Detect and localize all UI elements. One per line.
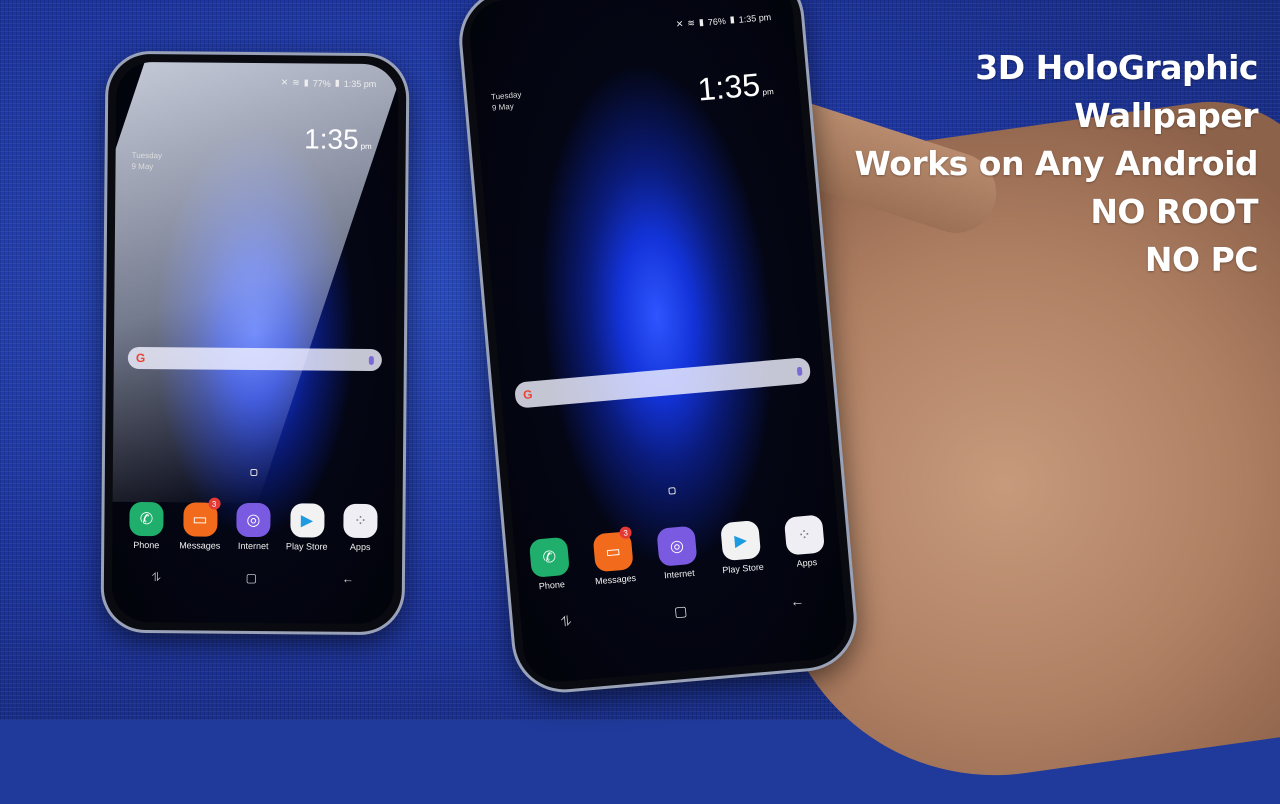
status-bar: ✕ ≋ ▮ 77% ▮ 1:35 pm <box>281 77 377 89</box>
status-bar: ✕ ≋ ▮ 76% ▮ 1:35 pm <box>675 11 771 30</box>
google-g-icon: G <box>135 350 146 366</box>
clock-ampm: pm <box>360 141 372 152</box>
home-screen: ✕ ≋ ▮ 76% ▮ 1:35 pm Tuesday 9 May 1:35pm… <box>466 0 850 685</box>
phone-left: ✕ ≋ ▮ 77% ▮ 1:35 pm Tuesday 9 May 1:35 pm… <box>103 53 407 633</box>
navigation-bar: ⥮ ▢ ← <box>560 592 805 630</box>
app-messages[interactable]: ▭ 3 Messages <box>178 497 222 551</box>
battery-icon: ▮ <box>729 14 736 25</box>
app-label: Messages <box>179 540 221 551</box>
home-icon[interactable]: ▢ <box>673 603 688 621</box>
day-month: 9 May <box>491 101 515 113</box>
app-label: Phone <box>538 579 566 592</box>
signal-icon: ▮ <box>303 77 309 88</box>
app-messages[interactable]: ▭ 3 Messages <box>590 526 638 587</box>
day-month: 9 May <box>131 161 154 172</box>
phone-icon: ✆ <box>129 501 164 537</box>
app-apps[interactable]: ⁘ Apps <box>781 514 829 570</box>
home-page-indicator <box>668 487 676 495</box>
app-label: Play Store <box>721 561 765 576</box>
planet-icon: ◎ <box>656 525 698 567</box>
app-internet[interactable]: ◎ Internet <box>653 525 701 581</box>
app-apps[interactable]: ⁘ Apps <box>338 503 382 553</box>
wifi-icon: ≋ <box>292 77 300 88</box>
battery-percent: 77% <box>312 77 331 89</box>
app-phone[interactable]: ✆ Phone <box>526 536 574 592</box>
planet-icon: ◎ <box>236 502 271 538</box>
app-play-store[interactable]: ▶ Play Store <box>717 520 765 576</box>
play-store-icon: ▶ <box>289 503 325 538</box>
notification-badge: 3 <box>619 526 633 540</box>
google-search-bar[interactable]: G <box>514 356 812 409</box>
date-widget[interactable]: Tuesday 9 May <box>131 150 162 172</box>
wifi-icon: ≋ <box>686 17 696 29</box>
notification-badge: 3 <box>208 497 221 510</box>
apps-grid-icon: ⁘ <box>783 514 826 556</box>
app-label: Apps <box>796 557 818 569</box>
app-internet[interactable]: ◎ Internet <box>231 502 275 552</box>
clock-widget[interactable]: 1:35pm <box>304 123 372 156</box>
clock-widget[interactable]: 1:35pm <box>696 65 774 108</box>
caption-line: 3D HoloGraphic <box>975 48 1258 87</box>
clock-time: 1:35 <box>304 123 359 155</box>
app-dock: ✆ Phone ▭ 3 Messages ◎ Internet ▶ Play S… <box>526 514 829 592</box>
status-time: 1:35 pm <box>343 78 377 89</box>
battery-percent: 76% <box>707 15 727 27</box>
app-label: Play Store <box>285 541 328 552</box>
app-label: Internet <box>237 540 269 552</box>
google-g-icon: G <box>522 387 534 402</box>
app-phone[interactable]: ✆ Phone <box>124 501 168 551</box>
clock-ampm: pm <box>762 87 775 97</box>
date-widget[interactable]: Tuesday 9 May <box>491 89 523 114</box>
mute-icon: ✕ <box>675 18 684 30</box>
weekday: Tuesday <box>131 150 163 161</box>
status-time: 1:35 pm <box>738 11 772 25</box>
recents-icon[interactable]: ⥮ <box>560 613 572 631</box>
signal-icon: ▮ <box>698 16 705 28</box>
home-page-indicator <box>250 468 258 477</box>
video-title-caption: 3D HoloGraphic Wallpaper Works on Any An… <box>854 44 1259 284</box>
recents-icon[interactable]: ⥮ <box>152 570 161 585</box>
google-search-bar[interactable]: G <box>127 346 382 372</box>
phone-icon: ✆ <box>528 536 570 578</box>
app-play-store[interactable]: ▶ Play Store <box>285 503 329 552</box>
clock-time: 1:35 <box>696 66 762 108</box>
app-label: Internet <box>663 567 695 581</box>
back-icon[interactable]: ← <box>342 572 354 587</box>
app-label: Apps <box>349 541 371 553</box>
back-icon[interactable]: ← <box>789 592 804 610</box>
caption-line: Works on Any Android <box>854 144 1259 183</box>
app-label: Phone <box>133 539 160 551</box>
microphone-icon[interactable] <box>796 366 803 376</box>
home-screen: ✕ ≋ ▮ 77% ▮ 1:35 pm Tuesday 9 May 1:35 pm… <box>111 61 399 625</box>
app-dock: ✆ Phone ▭ 3 Messages ◎ Internet ▶ Play S… <box>124 497 382 553</box>
home-icon[interactable]: ▢ <box>246 571 257 586</box>
battery-icon: ▮ <box>334 77 340 88</box>
caption-line: NO PC <box>1144 240 1259 279</box>
play-store-icon: ▶ <box>720 520 762 562</box>
apps-grid-icon: ⁘ <box>343 503 378 539</box>
caption-line: Wallpaper <box>1074 96 1258 135</box>
app-label: Messages <box>594 572 637 587</box>
phone-right: ✕ ≋ ▮ 76% ▮ 1:35 pm Tuesday 9 May 1:35pm… <box>458 0 858 694</box>
navigation-bar: ⥮ ▢ ← <box>152 570 354 587</box>
microphone-icon[interactable] <box>368 355 374 365</box>
caption-line: NO ROOT <box>1090 192 1258 231</box>
mute-icon: ✕ <box>280 77 289 88</box>
